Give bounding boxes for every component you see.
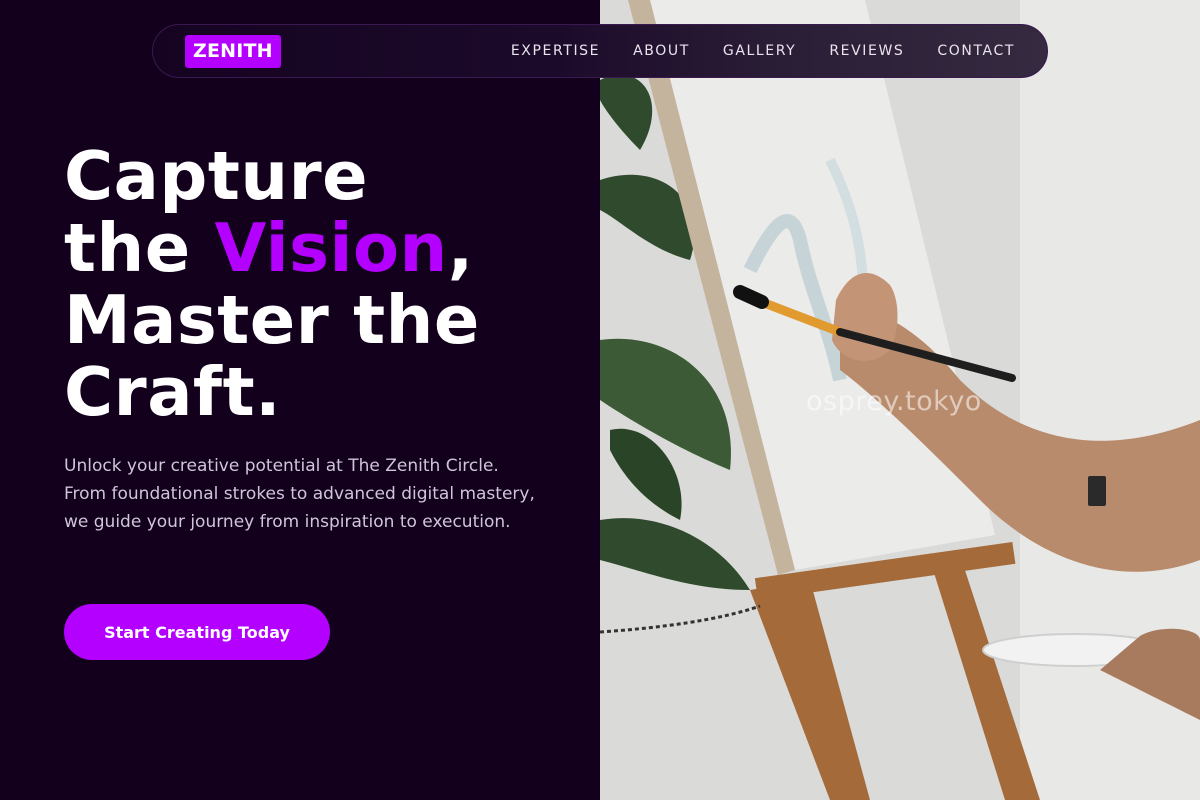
nav-link-gallery[interactable]: GALLERY: [723, 43, 796, 59]
nav-link-contact[interactable]: CONTACT: [937, 43, 1015, 59]
watermark-text: osprey.tokyo: [806, 386, 982, 417]
hero-title-accent: Vision: [214, 209, 448, 287]
nav-links: EXPERTISE ABOUT GALLERY REVIEWS CONTACT: [511, 43, 1015, 59]
nav-link-expertise[interactable]: EXPERTISE: [511, 43, 600, 59]
hero-title-line2-prefix: the: [64, 209, 215, 287]
hero-title: Capture the Vision, Master the Craft.: [64, 140, 480, 428]
hero-title-line3: Master the: [64, 281, 480, 359]
hero-title-line2-suffix: ,: [447, 209, 474, 287]
nav-link-about[interactable]: ABOUT: [633, 43, 690, 59]
zenith-logo[interactable]: ZENITH: [185, 34, 281, 68]
top-navbar: ZENITH EXPERTISE ABOUT GALLERY REVIEWS C…: [152, 24, 1048, 78]
hero-title-line4: Craft.: [64, 353, 282, 431]
start-creating-button[interactable]: Start Creating Today: [64, 604, 330, 660]
nav-link-reviews[interactable]: REVIEWS: [829, 43, 904, 59]
hero-description: Unlock your creative potential at The Ze…: [64, 456, 535, 532]
hero-image: osprey.tokyo: [600, 0, 1200, 800]
hero-title-line1: Capture: [64, 137, 369, 215]
